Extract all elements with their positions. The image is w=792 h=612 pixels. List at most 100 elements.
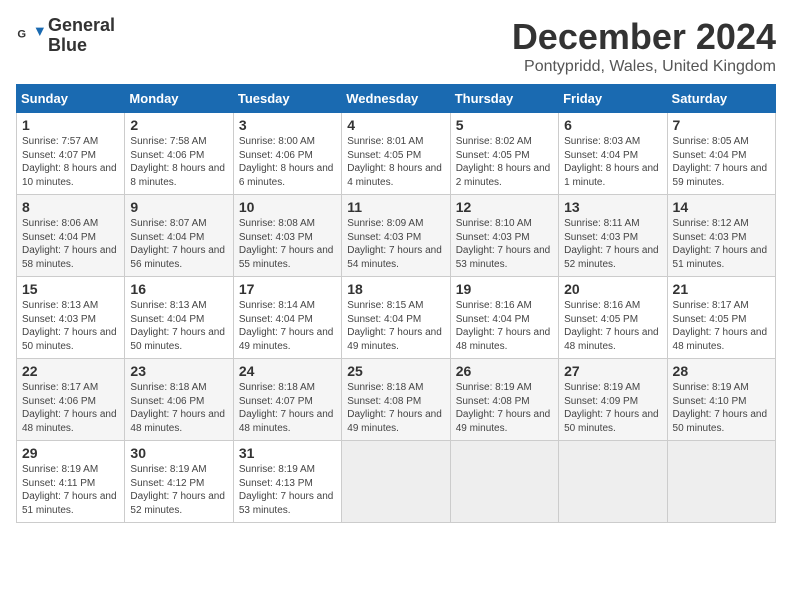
day-number: 13 xyxy=(564,199,661,215)
cell-details: Sunrise: 8:06 AMSunset: 4:04 PMDaylight:… xyxy=(22,217,119,271)
calendar-cell: 11 Sunrise: 8:09 AMSunset: 4:03 PMDaylig… xyxy=(342,195,450,277)
day-number: 31 xyxy=(239,445,336,461)
cell-details: Sunrise: 8:07 AMSunset: 4:04 PMDaylight:… xyxy=(130,217,227,271)
calendar-cell: 20 Sunrise: 8:16 AMSunset: 4:05 PMDaylig… xyxy=(559,277,667,359)
calendar-table: SundayMondayTuesdayWednesdayThursdayFrid… xyxy=(16,84,776,523)
month-title: December 2024 xyxy=(512,16,776,58)
cell-details: Sunrise: 8:01 AMSunset: 4:05 PMDaylight:… xyxy=(347,135,444,189)
calendar-cell: 6 Sunrise: 8:03 AMSunset: 4:04 PMDayligh… xyxy=(559,113,667,195)
calendar-cell: 4 Sunrise: 8:01 AMSunset: 4:05 PMDayligh… xyxy=(342,113,450,195)
cell-details: Sunrise: 8:17 AMSunset: 4:05 PMDaylight:… xyxy=(673,299,770,353)
header-wednesday: Wednesday xyxy=(342,85,450,113)
week-row-3: 15 Sunrise: 8:13 AMSunset: 4:03 PMDaylig… xyxy=(17,277,776,359)
calendar-cell xyxy=(667,441,775,523)
cell-details: Sunrise: 8:15 AMSunset: 4:04 PMDaylight:… xyxy=(347,299,444,353)
day-number: 1 xyxy=(22,117,119,133)
day-number: 16 xyxy=(130,281,227,297)
cell-details: Sunrise: 8:17 AMSunset: 4:06 PMDaylight:… xyxy=(22,381,119,435)
title-area: December 2024 Pontypridd, Wales, United … xyxy=(512,16,776,76)
cell-details: Sunrise: 8:16 AMSunset: 4:04 PMDaylight:… xyxy=(456,299,553,353)
cell-details: Sunrise: 8:19 AMSunset: 4:12 PMDaylight:… xyxy=(130,463,227,517)
cell-details: Sunrise: 8:11 AMSunset: 4:03 PMDaylight:… xyxy=(564,217,661,271)
day-number: 15 xyxy=(22,281,119,297)
week-row-4: 22 Sunrise: 8:17 AMSunset: 4:06 PMDaylig… xyxy=(17,359,776,441)
day-number: 28 xyxy=(673,363,770,379)
week-row-2: 8 Sunrise: 8:06 AMSunset: 4:04 PMDayligh… xyxy=(17,195,776,277)
logo: G General Blue xyxy=(16,16,115,56)
calendar-cell: 5 Sunrise: 8:02 AMSunset: 4:05 PMDayligh… xyxy=(450,113,558,195)
cell-details: Sunrise: 8:05 AMSunset: 4:04 PMDaylight:… xyxy=(673,135,770,189)
cell-details: Sunrise: 7:57 AMSunset: 4:07 PMDaylight:… xyxy=(22,135,119,189)
header-monday: Monday xyxy=(125,85,233,113)
calendar-cell: 31 Sunrise: 8:19 AMSunset: 4:13 PMDaylig… xyxy=(233,441,341,523)
calendar-cell: 21 Sunrise: 8:17 AMSunset: 4:05 PMDaylig… xyxy=(667,277,775,359)
cell-details: Sunrise: 7:58 AMSunset: 4:06 PMDaylight:… xyxy=(130,135,227,189)
header-tuesday: Tuesday xyxy=(233,85,341,113)
day-number: 10 xyxy=(239,199,336,215)
header-saturday: Saturday xyxy=(667,85,775,113)
calendar-cell: 30 Sunrise: 8:19 AMSunset: 4:12 PMDaylig… xyxy=(125,441,233,523)
day-number: 23 xyxy=(130,363,227,379)
logo-line1: General xyxy=(48,16,115,36)
calendar-cell: 12 Sunrise: 8:10 AMSunset: 4:03 PMDaylig… xyxy=(450,195,558,277)
day-number: 14 xyxy=(673,199,770,215)
logo-line2: Blue xyxy=(48,36,115,56)
cell-details: Sunrise: 8:19 AMSunset: 4:11 PMDaylight:… xyxy=(22,463,119,517)
day-number: 5 xyxy=(456,117,553,133)
calendar-cell: 9 Sunrise: 8:07 AMSunset: 4:04 PMDayligh… xyxy=(125,195,233,277)
day-number: 21 xyxy=(673,281,770,297)
calendar-cell: 25 Sunrise: 8:18 AMSunset: 4:08 PMDaylig… xyxy=(342,359,450,441)
cell-details: Sunrise: 8:12 AMSunset: 4:03 PMDaylight:… xyxy=(673,217,770,271)
cell-details: Sunrise: 8:03 AMSunset: 4:04 PMDaylight:… xyxy=(564,135,661,189)
cell-details: Sunrise: 8:02 AMSunset: 4:05 PMDaylight:… xyxy=(456,135,553,189)
calendar-cell: 19 Sunrise: 8:16 AMSunset: 4:04 PMDaylig… xyxy=(450,277,558,359)
cell-details: Sunrise: 8:18 AMSunset: 4:08 PMDaylight:… xyxy=(347,381,444,435)
calendar-cell: 17 Sunrise: 8:14 AMSunset: 4:04 PMDaylig… xyxy=(233,277,341,359)
svg-text:G: G xyxy=(17,28,26,40)
location-title: Pontypridd, Wales, United Kingdom xyxy=(512,58,776,76)
day-number: 17 xyxy=(239,281,336,297)
day-number: 11 xyxy=(347,199,444,215)
calendar-cell: 10 Sunrise: 8:08 AMSunset: 4:03 PMDaylig… xyxy=(233,195,341,277)
cell-details: Sunrise: 8:18 AMSunset: 4:07 PMDaylight:… xyxy=(239,381,336,435)
calendar-cell: 22 Sunrise: 8:17 AMSunset: 4:06 PMDaylig… xyxy=(17,359,125,441)
header-row: SundayMondayTuesdayWednesdayThursdayFrid… xyxy=(17,85,776,113)
calendar-cell: 13 Sunrise: 8:11 AMSunset: 4:03 PMDaylig… xyxy=(559,195,667,277)
cell-details: Sunrise: 8:18 AMSunset: 4:06 PMDaylight:… xyxy=(130,381,227,435)
cell-details: Sunrise: 8:19 AMSunset: 4:08 PMDaylight:… xyxy=(456,381,553,435)
day-number: 26 xyxy=(456,363,553,379)
day-number: 9 xyxy=(130,199,227,215)
cell-details: Sunrise: 8:00 AMSunset: 4:06 PMDaylight:… xyxy=(239,135,336,189)
calendar-cell: 14 Sunrise: 8:12 AMSunset: 4:03 PMDaylig… xyxy=(667,195,775,277)
cell-details: Sunrise: 8:19 AMSunset: 4:09 PMDaylight:… xyxy=(564,381,661,435)
day-number: 2 xyxy=(130,117,227,133)
day-number: 25 xyxy=(347,363,444,379)
calendar-cell xyxy=(559,441,667,523)
logo-icon: G xyxy=(16,22,44,50)
day-number: 8 xyxy=(22,199,119,215)
header-sunday: Sunday xyxy=(17,85,125,113)
calendar-cell: 18 Sunrise: 8:15 AMSunset: 4:04 PMDaylig… xyxy=(342,277,450,359)
calendar-cell: 23 Sunrise: 8:18 AMSunset: 4:06 PMDaylig… xyxy=(125,359,233,441)
calendar-cell: 29 Sunrise: 8:19 AMSunset: 4:11 PMDaylig… xyxy=(17,441,125,523)
day-number: 22 xyxy=(22,363,119,379)
day-number: 20 xyxy=(564,281,661,297)
calendar-cell: 28 Sunrise: 8:19 AMSunset: 4:10 PMDaylig… xyxy=(667,359,775,441)
week-row-5: 29 Sunrise: 8:19 AMSunset: 4:11 PMDaylig… xyxy=(17,441,776,523)
day-number: 18 xyxy=(347,281,444,297)
day-number: 30 xyxy=(130,445,227,461)
day-number: 7 xyxy=(673,117,770,133)
day-number: 12 xyxy=(456,199,553,215)
calendar-cell: 2 Sunrise: 7:58 AMSunset: 4:06 PMDayligh… xyxy=(125,113,233,195)
cell-details: Sunrise: 8:13 AMSunset: 4:04 PMDaylight:… xyxy=(130,299,227,353)
cell-details: Sunrise: 8:09 AMSunset: 4:03 PMDaylight:… xyxy=(347,217,444,271)
header-friday: Friday xyxy=(559,85,667,113)
day-number: 3 xyxy=(239,117,336,133)
calendar-cell xyxy=(342,441,450,523)
cell-details: Sunrise: 8:10 AMSunset: 4:03 PMDaylight:… xyxy=(456,217,553,271)
cell-details: Sunrise: 8:08 AMSunset: 4:03 PMDaylight:… xyxy=(239,217,336,271)
calendar-cell: 3 Sunrise: 8:00 AMSunset: 4:06 PMDayligh… xyxy=(233,113,341,195)
calendar-cell: 15 Sunrise: 8:13 AMSunset: 4:03 PMDaylig… xyxy=(17,277,125,359)
day-number: 24 xyxy=(239,363,336,379)
day-number: 29 xyxy=(22,445,119,461)
